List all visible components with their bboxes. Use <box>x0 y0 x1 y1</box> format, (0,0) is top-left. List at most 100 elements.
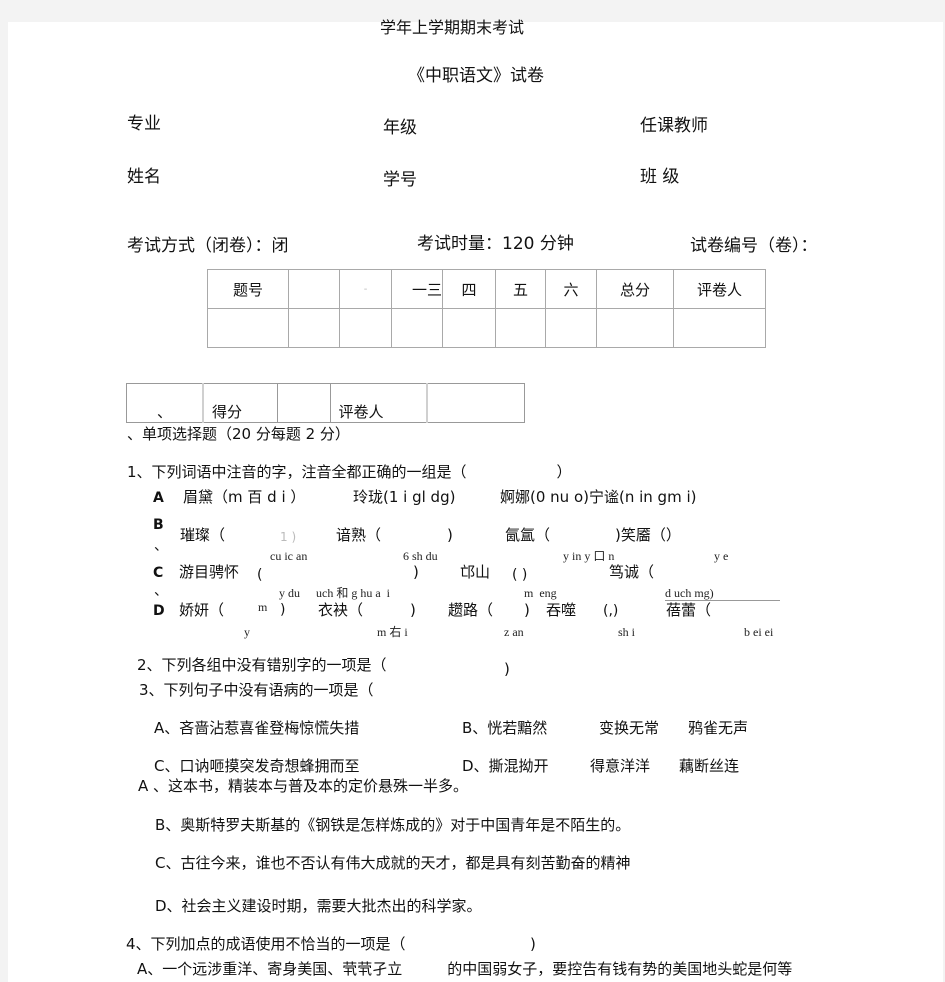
score-table-score-row <box>207 308 766 348</box>
q1-option-c-label: C <box>153 565 164 581</box>
q1-option-d-item: 衣袂（ <box>318 601 364 619</box>
q1-option-c-pinyin: uch 和 g hu a i <box>316 586 390 600</box>
q1-option-d-pinyin: m 右 i <box>377 625 408 639</box>
field-name: 姓名 <box>127 167 161 187</box>
score-table-header-row: 题号 - 一三 四 五 六 总分 评卷人 <box>207 269 766 309</box>
q1-option-c-item: ( <box>257 567 263 583</box>
q1-option-c-item: 笃诚（ <box>609 563 655 581</box>
q1-option-d-item: m <box>258 600 268 614</box>
q1-option-c-separator: 、 <box>154 583 168 599</box>
score-cell[interactable] <box>207 308 289 348</box>
q2-option-d-part2: 得意洋洋 <box>590 757 651 775</box>
q1-option-d-pinyin: sh i <box>618 625 636 639</box>
exam-duration: 考试时量：120 分钟 <box>417 234 574 254</box>
exam-title: 《中职语文》试卷 <box>408 66 544 86</box>
score-cell[interactable] <box>442 308 496 348</box>
q4-option-a: A、一个远涉重洋、寄身美国、茕茕孑立 的中国弱女子，要控告有钱有势的美国地头蛇是… <box>137 960 793 978</box>
q1-option-d-label: D <box>153 603 165 619</box>
header-cell: 题号 <box>207 269 289 309</box>
grader-cell-score-label: 得分 <box>202 383 278 423</box>
q1-option-c-pinyin: y du <box>279 586 300 600</box>
grader-cell-grader-label: 评卷人 <box>329 383 428 423</box>
q1-option-d-item: ) <box>524 601 530 619</box>
q2-option-d: D、撕混拗开 <box>462 757 549 775</box>
q1-option-d-item: ) <box>410 601 416 619</box>
q1-option-a-item: 玲珑(1 i gl dg) <box>353 488 456 506</box>
q1-option-c-pinyin: d uch mg) <box>665 586 714 600</box>
grader-cell-index: 、 <box>126 383 204 423</box>
q1-option-c-item: 游目骋怀 <box>179 563 240 581</box>
q1-option-c-pinyin: m eng <box>524 586 557 600</box>
header-cell: 一三 <box>391 269 443 309</box>
section-title: 、单项选择题（20 分每题 2 分） <box>127 425 350 443</box>
q1-option-d-item: 蓓蕾（ <box>666 601 712 619</box>
grader-cell-grader-value[interactable] <box>426 383 525 423</box>
q1-option-b-item: 1 ) <box>280 530 297 544</box>
header-cell: - <box>339 269 392 309</box>
q1-option-b-separator: 、 <box>154 538 168 554</box>
q1-option-c-item: 邙山 <box>460 563 491 581</box>
q2-option-b: B、恍若黯然 <box>462 719 548 737</box>
header-cell <box>288 269 340 309</box>
q1-option-b-pinyin: y e <box>714 549 729 563</box>
q1-option-d-item: (,) <box>603 603 619 619</box>
score-cell[interactable] <box>288 308 340 348</box>
header-cell: 评卷人 <box>673 269 766 309</box>
q1-option-d-item: ) <box>280 602 286 618</box>
q2-option-c: C、口讷咂摸突发奇想蜂拥而至 <box>154 757 360 775</box>
score-cell[interactable] <box>596 308 674 348</box>
header-cell: 四 <box>442 269 496 309</box>
q4-close-paren: ) <box>530 935 536 953</box>
q2-option-b-part3: 鸦雀无声 <box>688 719 749 737</box>
q2-option-d-part3: 藕断丝连 <box>679 757 740 775</box>
q1-option-d-pinyin: y <box>244 625 250 639</box>
q1-option-d-item: 吞噬 <box>546 601 577 619</box>
q1-option-b-pinyin: y in y 口 n <box>563 549 615 563</box>
q2-close-paren: ) <box>504 660 510 678</box>
header-cell: 六 <box>545 269 597 309</box>
q1-option-b-item: )笑靥（） <box>615 526 681 544</box>
q1-option-a-item: 婀娜(0 nu o)宁谧(n in gm i) <box>500 488 697 506</box>
q4-stem: 4、下列加点的成语使用不恰当的一项是（ <box>126 935 406 953</box>
q3-stem: 3、下列句子中没有语病的一项是（ <box>139 681 374 699</box>
document-page <box>8 22 943 982</box>
q3-option-c: C、古往今来，谁也不否认有伟大成就的天才，都是具有刻苦勤奋的精神 <box>155 854 631 872</box>
header-cell: 总分 <box>596 269 674 309</box>
q2-stem: 2、下列各组中没有错别字的一项是（ <box>137 656 387 674</box>
score-cell[interactable] <box>545 308 597 348</box>
exam-subtitle: 学年上学期期末考试 <box>380 18 525 37</box>
q1-option-d-pinyin: b ei ei <box>744 625 774 639</box>
q1-option-c-item: ) <box>413 563 419 581</box>
q1-option-d-item: 娇妍（ <box>179 601 225 619</box>
score-cell[interactable] <box>391 308 443 348</box>
field-major: 专业 <box>127 114 161 134</box>
q1-option-c-item: ( ) <box>512 567 528 583</box>
field-class: 班 级 <box>640 167 680 187</box>
q2-option-b-part2: 变换无常 <box>599 719 660 737</box>
grader-cell-score-value[interactable] <box>276 383 331 423</box>
q3-option-a: A 、这本书，精装本与普及本的定价悬殊一半多。 <box>138 777 469 795</box>
q1-stem: 1、下列词语中注音的字，注音全都正确的一组是（ ） <box>127 463 572 481</box>
q1-option-d-item: 趱路（ <box>448 601 494 619</box>
paper-number: 试卷编号（卷）： <box>690 236 818 256</box>
q1-option-b-pinyin: 6 sh du <box>403 549 438 563</box>
q2-option-a: A、吝啬沾惹喜雀登梅惊慌失措 <box>154 719 360 737</box>
q1-option-a-label: A <box>153 490 164 506</box>
score-cell[interactable] <box>495 308 546 348</box>
q1-option-d-pinyin: z an <box>504 625 524 639</box>
q1-option-b-pinyin: cu ic an <box>270 549 308 563</box>
q1-option-b-item: 谙熟（ <box>336 526 382 544</box>
field-student-no: 学号 <box>383 170 417 190</box>
exam-mode: 考试方式（闭卷）：闭 <box>127 236 289 256</box>
grader-row: 、 得分 评卷人 <box>126 383 525 423</box>
score-cell[interactable] <box>673 308 766 348</box>
q1-option-b-item: 氤氲（ <box>505 526 551 544</box>
field-teacher: 任课教师 <box>640 116 708 136</box>
score-cell[interactable] <box>339 308 392 348</box>
field-grade: 年级 <box>383 118 417 138</box>
q1-option-a-item: 眉黛（m 百 d i ） <box>183 488 306 506</box>
score-table: 题号 - 一三 四 五 六 总分 评卷人 <box>207 269 766 348</box>
q3-option-d: D、社会主义建设时期，需要大批杰出的科学家。 <box>155 897 482 915</box>
q1-option-b-item: ) <box>447 526 453 544</box>
header-cell: 五 <box>495 269 546 309</box>
